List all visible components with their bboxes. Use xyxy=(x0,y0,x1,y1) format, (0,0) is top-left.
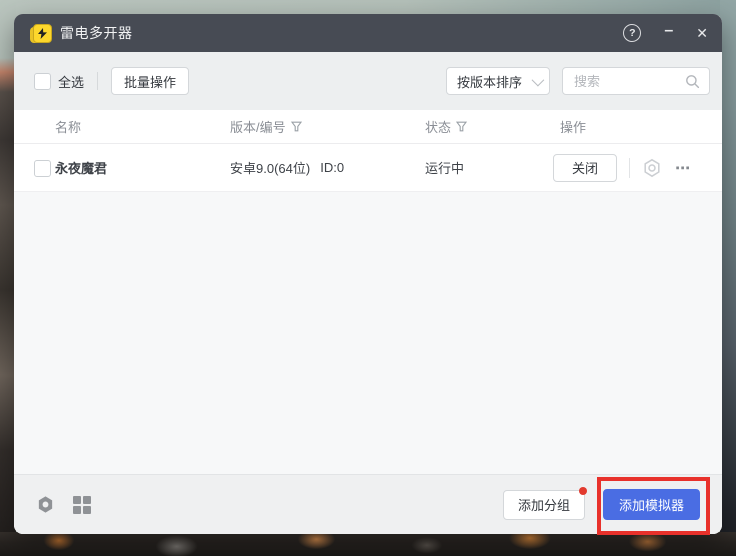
row-checkbox[interactable] xyxy=(34,160,51,177)
instance-settings-icon[interactable] xyxy=(642,158,662,178)
app-window: 雷电多开器 ? – ✕ 全选 批量操作 按版本排序 xyxy=(14,14,722,534)
search-icon xyxy=(685,74,700,89)
add-group-button[interactable]: 添加分组 xyxy=(503,490,585,520)
minimize-icon[interactable]: – xyxy=(664,22,673,40)
notification-badge xyxy=(579,487,587,495)
wallpaper-bottom xyxy=(0,532,736,556)
table-row: 永夜魔君 安卓9.0(64位) ID:0 运行中 关闭 ⋯ xyxy=(14,144,722,192)
search-box[interactable] xyxy=(562,67,710,95)
toolbar: 全选 批量操作 按版本排序 xyxy=(14,52,722,110)
select-all-label[interactable]: 全选 xyxy=(58,72,84,91)
app-logo-icon xyxy=(30,24,51,43)
instance-version: 安卓9.0(64位) ID:0 xyxy=(230,144,344,191)
lightning-bolt-icon xyxy=(38,28,47,39)
help-icon[interactable]: ? xyxy=(623,24,641,42)
instance-list-empty-area xyxy=(14,192,722,474)
column-header-version: 版本/编号 xyxy=(230,110,302,143)
stop-instance-button[interactable]: 关闭 xyxy=(553,154,617,182)
filter-icon[interactable] xyxy=(291,121,302,132)
status-running: 运行中 xyxy=(425,144,464,191)
column-header-name: 名称 xyxy=(55,110,81,143)
sort-dropdown[interactable]: 按版本排序 xyxy=(446,67,550,95)
instance-name: 永夜魔君 xyxy=(55,144,107,191)
toolbar-divider xyxy=(97,72,98,90)
desktop: 雷电多开器 ? – ✕ 全选 批量操作 按版本排序 xyxy=(0,0,736,556)
select-all-checkbox[interactable] xyxy=(34,73,51,90)
sort-dropdown-value: 按版本排序 xyxy=(457,72,522,91)
close-icon[interactable]: ✕ xyxy=(696,25,708,42)
footer-bar: 添加分组 添加模拟器 xyxy=(14,474,722,534)
column-header-operations: 操作 xyxy=(560,110,586,143)
wallpaper-right xyxy=(720,0,736,556)
column-header-status: 状态 xyxy=(425,110,467,143)
chevron-down-icon xyxy=(532,73,545,86)
more-options-icon[interactable]: ⋯ xyxy=(675,159,691,177)
settings-gear-icon[interactable] xyxy=(36,495,55,514)
operations-divider xyxy=(629,158,630,178)
grid-view-icon[interactable] xyxy=(73,496,91,514)
instance-id: ID:0 xyxy=(320,160,344,175)
filter-icon[interactable] xyxy=(456,121,467,132)
window-title: 雷电多开器 xyxy=(60,23,133,43)
batch-operations-button[interactable]: 批量操作 xyxy=(111,67,189,95)
add-emulator-button[interactable]: 添加模拟器 xyxy=(603,489,700,520)
titlebar: 雷电多开器 ? – ✕ xyxy=(14,14,722,52)
table-header: 名称 版本/编号 状态 操作 xyxy=(14,110,722,144)
search-input[interactable] xyxy=(572,73,685,90)
row-operations: 关闭 ⋯ xyxy=(553,144,691,191)
